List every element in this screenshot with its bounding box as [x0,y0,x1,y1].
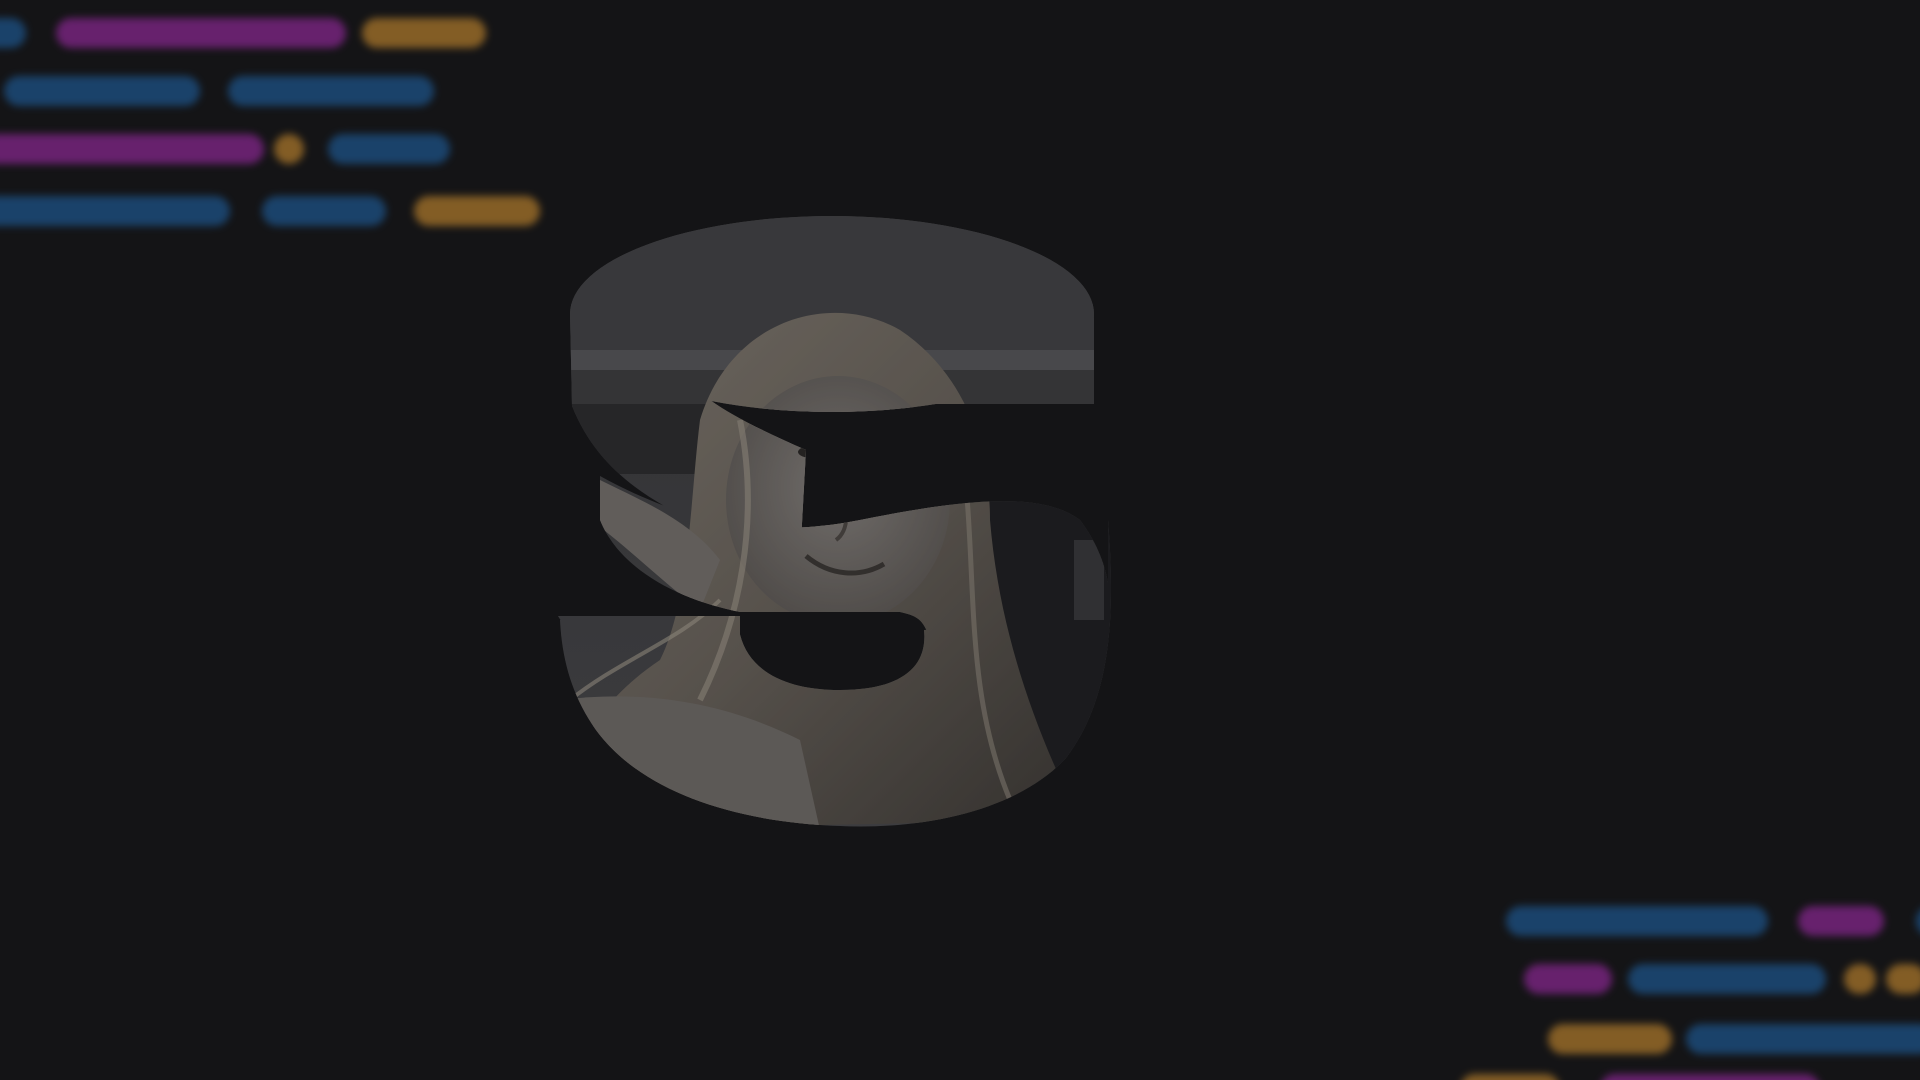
s-monogram-portrait [558,216,1112,827]
stage [0,0,1920,1080]
